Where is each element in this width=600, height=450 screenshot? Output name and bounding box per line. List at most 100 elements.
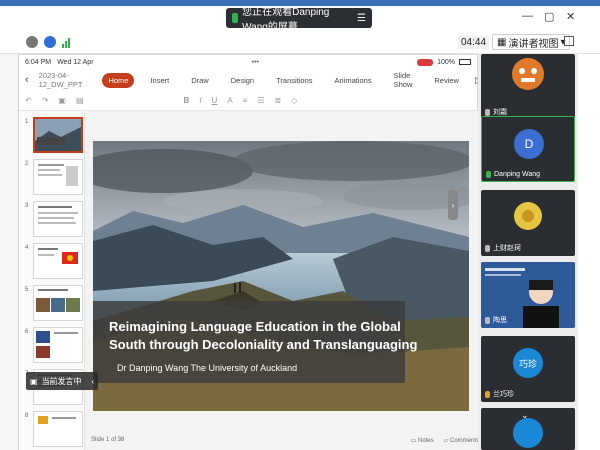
thumbnail-image	[38, 164, 78, 186]
thumb-number: 5	[25, 287, 29, 293]
slide-thumbnail[interactable]	[33, 243, 83, 279]
thumbnail-image	[38, 206, 78, 224]
panel-collapse-handle[interactable]: ›	[448, 190, 458, 220]
meeting-title-bar: 您正在观看Danping Wang的屏幕 ☰ — ▢ ✕	[0, 0, 600, 33]
slide-thumbnail[interactable]	[33, 159, 83, 195]
font-color-icon[interactable]: A	[227, 96, 232, 105]
menu-icon[interactable]: ☰	[357, 13, 366, 24]
signal-icon[interactable]	[62, 36, 72, 48]
participant-tile[interactable]: D Danping Wang	[481, 116, 575, 182]
recording-icon	[417, 58, 434, 66]
slide-counter: Slide 1 of 38	[91, 437, 125, 443]
fullscreen-icon[interactable]	[564, 36, 574, 46]
thumbnail-image	[36, 289, 80, 312]
multitask-dots: •••	[251, 58, 259, 66]
italic-icon[interactable]: I	[199, 96, 201, 105]
avatar: 巧珍	[513, 348, 543, 378]
tab-draw[interactable]: Draw	[185, 73, 215, 88]
chevron-left-icon: ‹	[91, 376, 94, 386]
shared-screen: 6:04 PM Wed 12 Apr ••• 100% ‹ 2023-04-12…	[18, 54, 541, 450]
thumb-number: 4	[25, 245, 29, 251]
slide-thumbnail[interactable]	[33, 201, 83, 237]
tab-slide-show[interactable]: Slide Show	[388, 68, 419, 92]
speaker-view-button[interactable]: ▦ 演讲者视图 ▾	[492, 34, 571, 50]
file-name[interactable]: 2023-04-12_DW_PPT	[39, 71, 83, 89]
tab-home[interactable]: Home	[102, 72, 135, 88]
editor-area: 1 2 3 4 5 6 8 Reimagining Language Educa…	[19, 111, 479, 450]
participant-tile[interactable]: 陶思	[481, 262, 575, 328]
participant-name: Danping Wang	[486, 171, 540, 178]
tab-review[interactable]: Review	[428, 73, 465, 88]
ipad-status-bar: 6:04 PM Wed 12 Apr ••• 100%	[19, 55, 477, 69]
slide-thumbnail[interactable]	[33, 327, 83, 363]
numbering-icon[interactable]: ☰	[257, 96, 264, 105]
thumb-number: 6	[25, 329, 29, 335]
participant-panel[interactable]: 刘霜 D Danping Wang 上财赵珂 陶思 巧珍 兰巧珍 ⌄	[478, 54, 578, 450]
ipad-date: Wed 12 Apr	[57, 58, 94, 66]
participant-tile[interactable]: ⌄	[481, 408, 575, 450]
slide-thumbnail[interactable]	[33, 285, 83, 321]
mic-icon	[485, 108, 490, 116]
comments-button[interactable]: ▱ Comments	[444, 437, 479, 444]
slide-title[interactable]: Reimagining Language Education in the Gl…	[109, 318, 419, 354]
avatar: D	[514, 129, 544, 159]
slide-canvas[interactable]: Reimagining Language Education in the Gl…	[85, 111, 479, 450]
notes-label: Notes	[418, 438, 434, 444]
bullets-icon[interactable]: ≡	[243, 96, 248, 105]
tab-insert[interactable]: Insert	[144, 73, 175, 88]
speaking-indicator[interactable]: ▣ 当前发言中 ‹	[26, 372, 98, 390]
participant-name-text: 兰巧珍	[493, 391, 514, 398]
undo-icon[interactable]: ↶	[25, 96, 32, 105]
back-icon[interactable]: ‹	[25, 74, 29, 86]
redo-icon[interactable]: ↷	[42, 96, 49, 105]
layout-icon[interactable]: ▤	[76, 96, 84, 105]
participant-tile[interactable]: 上财赵珂	[481, 190, 575, 256]
user-icon	[485, 390, 490, 398]
notes-button[interactable]: ▭ Notes	[411, 437, 434, 444]
ribbon-toolbar: ↶ ↷ ▣ ▤ B I U A ≡ ☰ ≣ ◇	[19, 91, 477, 111]
battery-icon	[458, 59, 471, 65]
thumb-number: 8	[25, 413, 29, 419]
scroll-down-icon[interactable]: ⌄	[521, 410, 529, 421]
share-banner[interactable]: 您正在观看Danping Wang的屏幕 ☰	[226, 7, 372, 33]
current-slide[interactable]: Reimagining Language Education in the Gl…	[93, 141, 469, 411]
slide-author[interactable]: Dr Danping Wang The University of Auckla…	[117, 363, 297, 373]
slide-thumbnail[interactable]	[33, 411, 83, 447]
notes-icon: ▭	[410, 438, 419, 444]
participant-tile[interactable]: 巧珍 兰巧珍	[481, 336, 575, 402]
share-screen-icon	[232, 13, 239, 23]
thumbnail-image	[38, 248, 78, 264]
align-icon[interactable]: ≣	[275, 96, 282, 105]
participant-tile[interactable]: 刘霜	[481, 54, 575, 120]
ribbon-tab-bar: ‹ 2023-04-12_DW_PPT Home Insert Draw Des…	[19, 68, 541, 92]
battery-level: 100%	[437, 58, 455, 66]
tab-transitions[interactable]: Transitions	[270, 73, 318, 88]
participant-name: 兰巧珍	[485, 389, 514, 399]
tab-animations[interactable]: Animations	[329, 73, 378, 88]
status-bar: Slide 1 of 38 ▭ Notes ▱ Comments	[91, 437, 479, 444]
close-icon[interactable]: ✕	[566, 10, 575, 23]
bold-icon[interactable]: B	[184, 96, 190, 105]
minimize-icon[interactable]: —	[522, 10, 533, 22]
share-banner-text: 您正在观看Danping Wang的屏幕	[242, 7, 330, 33]
thumbnail-image	[35, 119, 81, 151]
speaker-view-label: 演讲者视图	[508, 38, 559, 50]
mic-icon	[485, 244, 490, 252]
shield-icon[interactable]	[44, 36, 56, 48]
window-edge	[578, 54, 600, 450]
thumb-number: 3	[25, 203, 29, 209]
participant-name: 陶思	[485, 315, 507, 325]
ipad-time: 6:04 PM	[25, 58, 52, 66]
new-slide-icon[interactable]: ▣	[58, 96, 66, 105]
tab-design[interactable]: Design	[225, 73, 260, 88]
thumbnail-image	[38, 416, 76, 424]
info-icon[interactable]	[26, 36, 38, 48]
shapes-icon[interactable]: ◇	[291, 96, 297, 105]
slide-thumbnail[interactable]	[33, 117, 83, 153]
speaking-label: 当前发言中	[41, 376, 82, 386]
slide-thumbnail-pane[interactable]: 1 2 3 4 5 6 8	[19, 111, 85, 450]
meeting-timer: 04:44	[458, 36, 490, 49]
maximize-icon[interactable]: ▢	[544, 10, 554, 23]
underline-icon[interactable]: U	[212, 96, 218, 105]
thumb-number: 2	[25, 161, 29, 167]
